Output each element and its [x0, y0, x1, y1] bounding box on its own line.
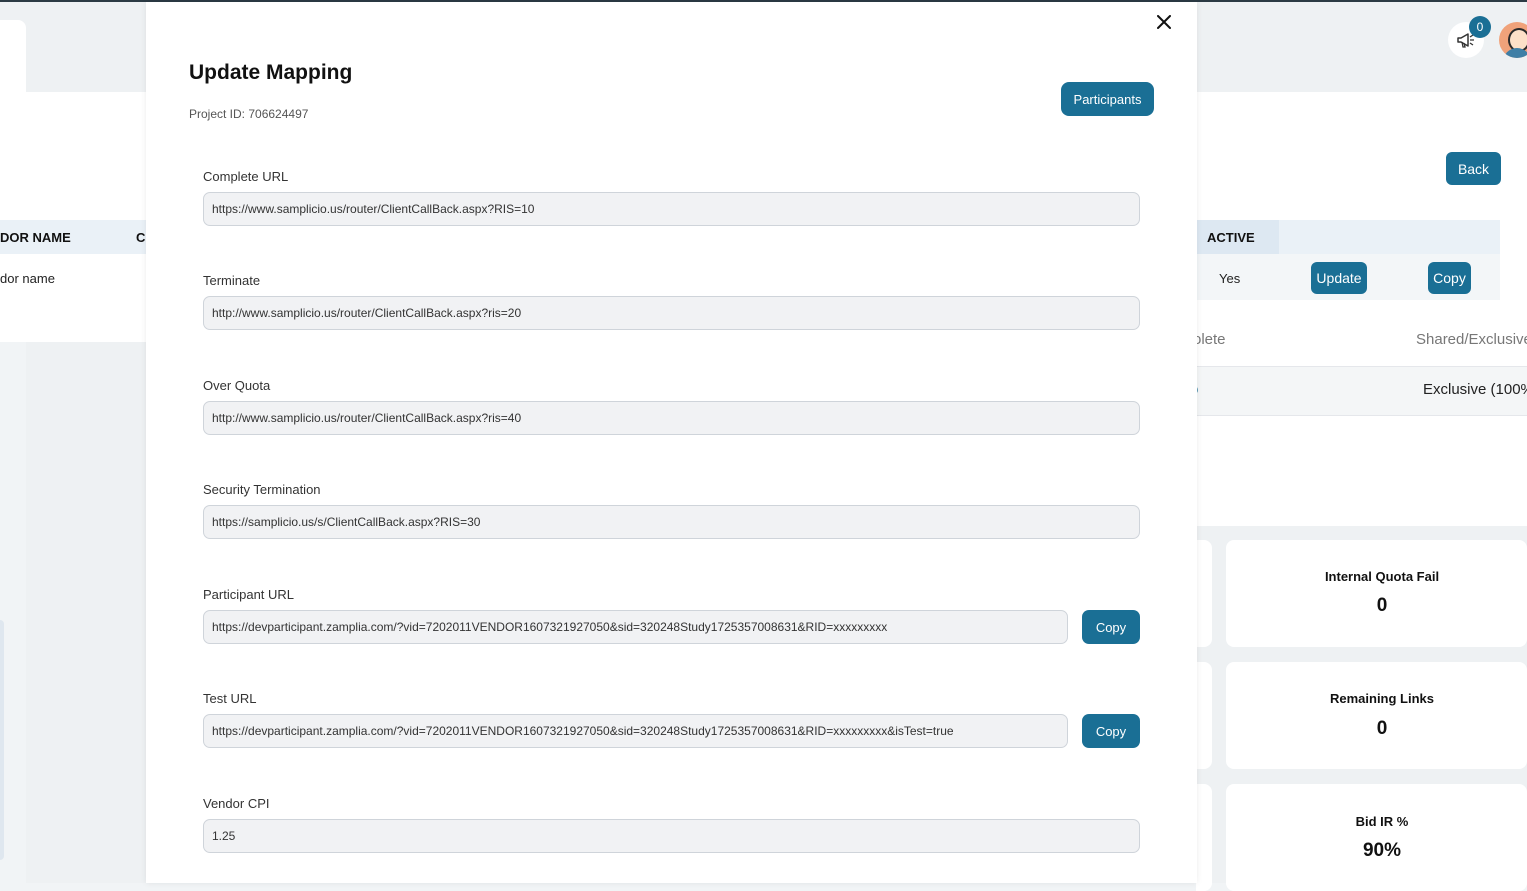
close-button[interactable]: [1152, 10, 1176, 34]
sidebar-stub: [0, 20, 26, 92]
participants-button[interactable]: Participants: [1061, 82, 1154, 116]
detail-header-partial: Shared/Exclusive: [1416, 331, 1527, 348]
terminate-label: Terminate: [203, 273, 261, 288]
column-header-vendor-name: DOR NAME: [0, 230, 71, 245]
vendor-cpi-input[interactable]: 1.25: [203, 819, 1140, 853]
stat-card-partial: [1196, 662, 1212, 769]
over-quota-input[interactable]: http://www.samplicio.us/router/ClientCal…: [203, 401, 1140, 435]
stat-value: 90%: [1362, 840, 1402, 861]
stat-card-remaining-links: Remaining Links 0: [1226, 662, 1527, 769]
copy-row-button[interactable]: Copy: [1428, 262, 1471, 294]
stat-title: Internal Quota Fail: [1324, 569, 1440, 584]
exclusivity-value: Exclusive (100%: [1423, 381, 1527, 398]
divider: [1196, 415, 1527, 416]
update-button[interactable]: Update: [1311, 262, 1367, 294]
stat-card-bid-ir: Bid IR % 90%: [1226, 784, 1527, 891]
stat-card-internal-quota-fail: Internal Quota Fail 0: [1226, 540, 1527, 647]
copy-participant-url-button[interactable]: Copy: [1082, 610, 1140, 644]
complete-url-label: Complete URL: [203, 169, 289, 184]
active-cell: Yes: [1219, 271, 1241, 286]
participant-url-input[interactable]: https://devparticipant.zamplia.com/?vid=…: [203, 610, 1068, 644]
avatar[interactable]: [1499, 22, 1527, 58]
vendor-name-cell: dor name: [0, 271, 55, 286]
security-termination-input[interactable]: https://samplicio.us/s/ClientCallBack.as…: [203, 505, 1140, 539]
test-url-input[interactable]: https://devparticipant.zamplia.com/?vid=…: [203, 714, 1068, 748]
left-panel-edge: [0, 620, 4, 860]
terminate-input[interactable]: http://www.samplicio.us/router/ClientCal…: [203, 296, 1140, 330]
copy-test-url-button[interactable]: Copy: [1082, 714, 1140, 748]
column-header-partial: C: [136, 230, 146, 245]
security-termination-label: Security Termination: [203, 482, 321, 497]
stat-title: Bid IR %: [1355, 814, 1409, 829]
stat-value: 0: [1376, 595, 1388, 616]
stat-card-partial: [1196, 540, 1212, 647]
stat-card-partial: [1196, 784, 1212, 891]
vendor-table-card-right: [1196, 92, 1527, 342]
vendor-table-card-left: [0, 92, 150, 342]
test-url-label: Test URL: [203, 691, 257, 706]
complete-url-input[interactable]: https://www.samplicio.us/router/ClientCa…: [203, 192, 1140, 226]
stat-title: Remaining Links: [1329, 691, 1435, 706]
modal-title: Update Mapping: [189, 61, 353, 84]
vendor-cpi-label: Vendor CPI: [203, 796, 270, 811]
notification-badge: 0: [1469, 16, 1491, 38]
close-icon: [1157, 15, 1171, 29]
stat-value: 0: [1376, 718, 1388, 739]
participant-url-label: Participant URL: [203, 587, 295, 602]
page-background-left: [26, 342, 156, 883]
back-button[interactable]: Back: [1446, 152, 1501, 185]
over-quota-label: Over Quota: [203, 378, 271, 393]
project-id: Project ID: 706624497: [189, 107, 309, 121]
column-header-active: ACTIVE: [1207, 230, 1255, 245]
detail-label-partial: olete: [1193, 331, 1226, 348]
update-mapping-modal: Update Mapping Project ID: 706624497 Par…: [146, 2, 1197, 883]
